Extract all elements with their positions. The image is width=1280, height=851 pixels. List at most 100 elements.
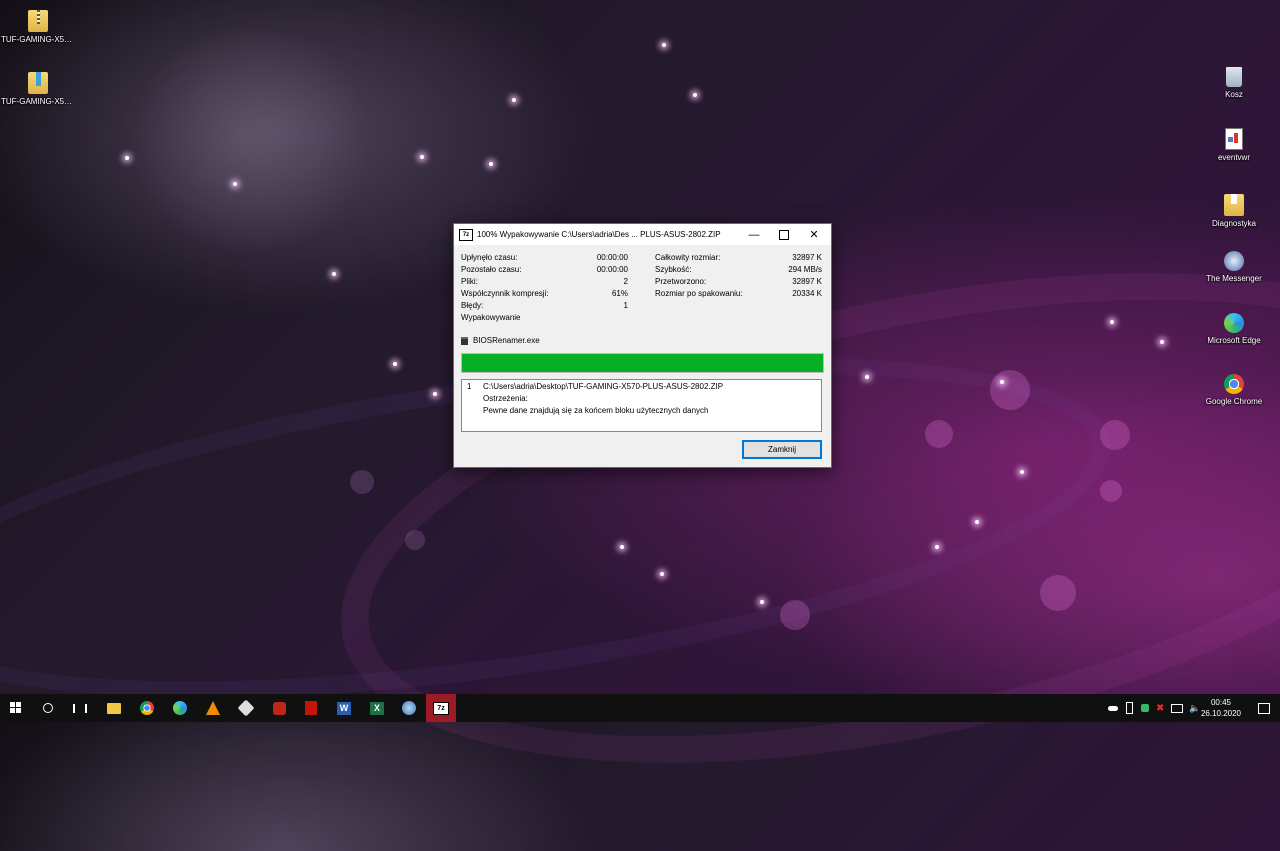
- close-window-button[interactable]: ✕: [799, 224, 829, 245]
- wallpaper-sparkle: [865, 375, 869, 379]
- taskbar-vlc[interactable]: [197, 694, 229, 722]
- minimize-icon: —: [748, 228, 760, 241]
- desktop-icon-folder[interactable]: TUF-GAMING-X57...: [1, 68, 75, 106]
- desktop-icon-label: eventvwr: [1217, 153, 1250, 162]
- taskbar-7zip-active[interactable]: 7z: [426, 694, 456, 722]
- eventvwr-icon: [1225, 128, 1243, 150]
- wallpaper-sparkle: [1000, 380, 1004, 384]
- desktop-icon-recycle-bin[interactable]: Kosz: [1197, 67, 1271, 99]
- wallpaper-sparkle: [660, 572, 664, 576]
- wallpaper-sparkle: [1020, 470, 1024, 474]
- desktop-icon-microsoft-edge[interactable]: Microsoft Edge: [1197, 313, 1271, 345]
- wallpaper-sparkle: [620, 545, 624, 549]
- compression-ratio-label: Współczynnik kompresji:: [461, 289, 549, 298]
- usb-icon[interactable]: [1126, 702, 1133, 714]
- word-icon: W: [337, 701, 351, 715]
- wallpaper-sparkle: [489, 162, 493, 166]
- message-warning-text: Pewne dane znajdują się za końcem bloku …: [483, 406, 709, 415]
- dialog-titlebar[interactable]: 7z 100% Wypakowywanie C:\Users\adria\Des…: [454, 224, 831, 245]
- messenger-game-icon: [1224, 251, 1244, 271]
- maximize-button[interactable]: [769, 224, 799, 245]
- total-size-label: Całkowity rozmiar:: [655, 253, 721, 262]
- windows-logo-icon: [10, 702, 21, 713]
- wallpaper-sparkle: [975, 520, 979, 524]
- network-icon[interactable]: [1171, 703, 1184, 713]
- notifications-button[interactable]: [1248, 694, 1280, 722]
- wallpaper-sparkle: [693, 93, 697, 97]
- taskbar-word[interactable]: W: [328, 694, 360, 722]
- task-view-icon: [73, 703, 87, 713]
- start-button[interactable]: [0, 694, 32, 722]
- wallpaper-sparkle: [662, 43, 666, 47]
- minimize-button[interactable]: —: [739, 224, 769, 245]
- clock-date: 26.10.2020: [1200, 709, 1242, 718]
- desktop-icon-google-chrome[interactable]: Google Chrome: [1197, 374, 1271, 406]
- desktop-icon-zip[interactable]: TUF-GAMING-X57...: [1, 6, 75, 44]
- desktop-icon-label: Google Chrome: [1205, 397, 1263, 406]
- taskbar-excel[interactable]: X: [361, 694, 393, 722]
- file-explorer-icon: [107, 702, 121, 714]
- wallpaper-bokeh: [405, 530, 425, 550]
- desktop-icon-label: Kosz: [1225, 90, 1243, 99]
- desktop-icon-eventvwr[interactable]: eventvwr: [1197, 128, 1271, 162]
- task-view-button[interactable]: [64, 694, 96, 722]
- wallpaper-bokeh: [1100, 480, 1122, 502]
- security-icon[interactable]: [1141, 704, 1149, 712]
- chrome-icon: [1224, 374, 1244, 394]
- extract-progress-dialog: 7z 100% Wypakowywanie C:\Users\adria\Des…: [453, 223, 832, 468]
- taskbar-file-explorer[interactable]: [98, 694, 130, 722]
- maximize-icon: [779, 229, 789, 240]
- dialog-title: 100% Wypakowywanie C:\Users\adria\Des ..…: [477, 230, 721, 239]
- taskbar-chrome[interactable]: [131, 694, 163, 722]
- search-icon: [43, 703, 53, 713]
- current-file-name: BIOSRenamer.exe: [473, 336, 540, 345]
- wallpaper-sparkle: [393, 362, 397, 366]
- wallpaper-sparkle: [433, 392, 437, 396]
- vlc-icon: [206, 701, 220, 715]
- operation-label: Wypakowywanie: [461, 313, 521, 322]
- 7zip-icon: 7z: [433, 701, 449, 715]
- remaining-time-value: 00:00:00: [596, 265, 628, 274]
- onedrive-icon[interactable]: [1108, 705, 1118, 711]
- processed-value: 32897 K: [792, 277, 822, 286]
- acrobat-icon: [305, 701, 317, 715]
- wallpaper-sparkle: [1160, 340, 1164, 344]
- desktop-icon-the-messenger[interactable]: The Messenger: [1197, 251, 1271, 283]
- desktop-icon-label: Microsoft Edge: [1207, 336, 1261, 345]
- taskbar-acrobat[interactable]: [295, 694, 327, 722]
- taskbar: W X 7z ✖ 🔈 00:45 26.10.2020: [0, 694, 1280, 722]
- edge-icon: [173, 701, 187, 715]
- progress-bar: [461, 353, 824, 373]
- wallpaper-sparkle: [420, 155, 424, 159]
- desktop-icon-label: Diagnostyka: [1211, 219, 1257, 228]
- folder-icon: [28, 72, 48, 94]
- wallpaper-sparkle: [512, 98, 516, 102]
- taskbar-network-tool[interactable]: [393, 694, 425, 722]
- taskbar-inkscape[interactable]: [230, 694, 262, 722]
- compression-ratio-value: 61%: [611, 289, 628, 298]
- taskbar-game[interactable]: [263, 694, 295, 722]
- wallpaper-bokeh: [1040, 575, 1076, 611]
- game-icon: [272, 701, 286, 715]
- taskbar-clock[interactable]: 00:45 26.10.2020: [1196, 697, 1246, 719]
- messages-list[interactable]: 1 C:\Users\adria\Desktop\TUF-GAMING-X570…: [461, 379, 822, 432]
- wallpaper-bokeh: [780, 600, 810, 630]
- progress-bar-fill: [462, 354, 823, 372]
- clock-time: 00:45: [1210, 698, 1232, 707]
- close-button[interactable]: Zamknij: [742, 440, 822, 459]
- wallpaper-sparkle: [332, 272, 336, 276]
- desktop-icon-diagnostyka[interactable]: Diagnostyka: [1197, 190, 1271, 228]
- speed-label: Szybkość:: [655, 265, 692, 274]
- current-file: BIOSRenamer.exe: [461, 336, 540, 345]
- search-button[interactable]: [32, 694, 64, 722]
- inkscape-icon: [237, 699, 255, 717]
- zip-folder-icon: [28, 10, 48, 32]
- chrome-icon: [140, 701, 154, 715]
- network-tool-icon: [402, 701, 416, 715]
- desktop-icon-label: TUF-GAMING-X57...: [1, 35, 75, 44]
- total-size-value: 32897 K: [792, 253, 822, 262]
- wallpaper-bokeh: [1100, 420, 1130, 450]
- error-icon[interactable]: ✖: [1156, 703, 1164, 714]
- taskbar-edge[interactable]: [164, 694, 196, 722]
- recycle-bin-icon: [1226, 67, 1242, 87]
